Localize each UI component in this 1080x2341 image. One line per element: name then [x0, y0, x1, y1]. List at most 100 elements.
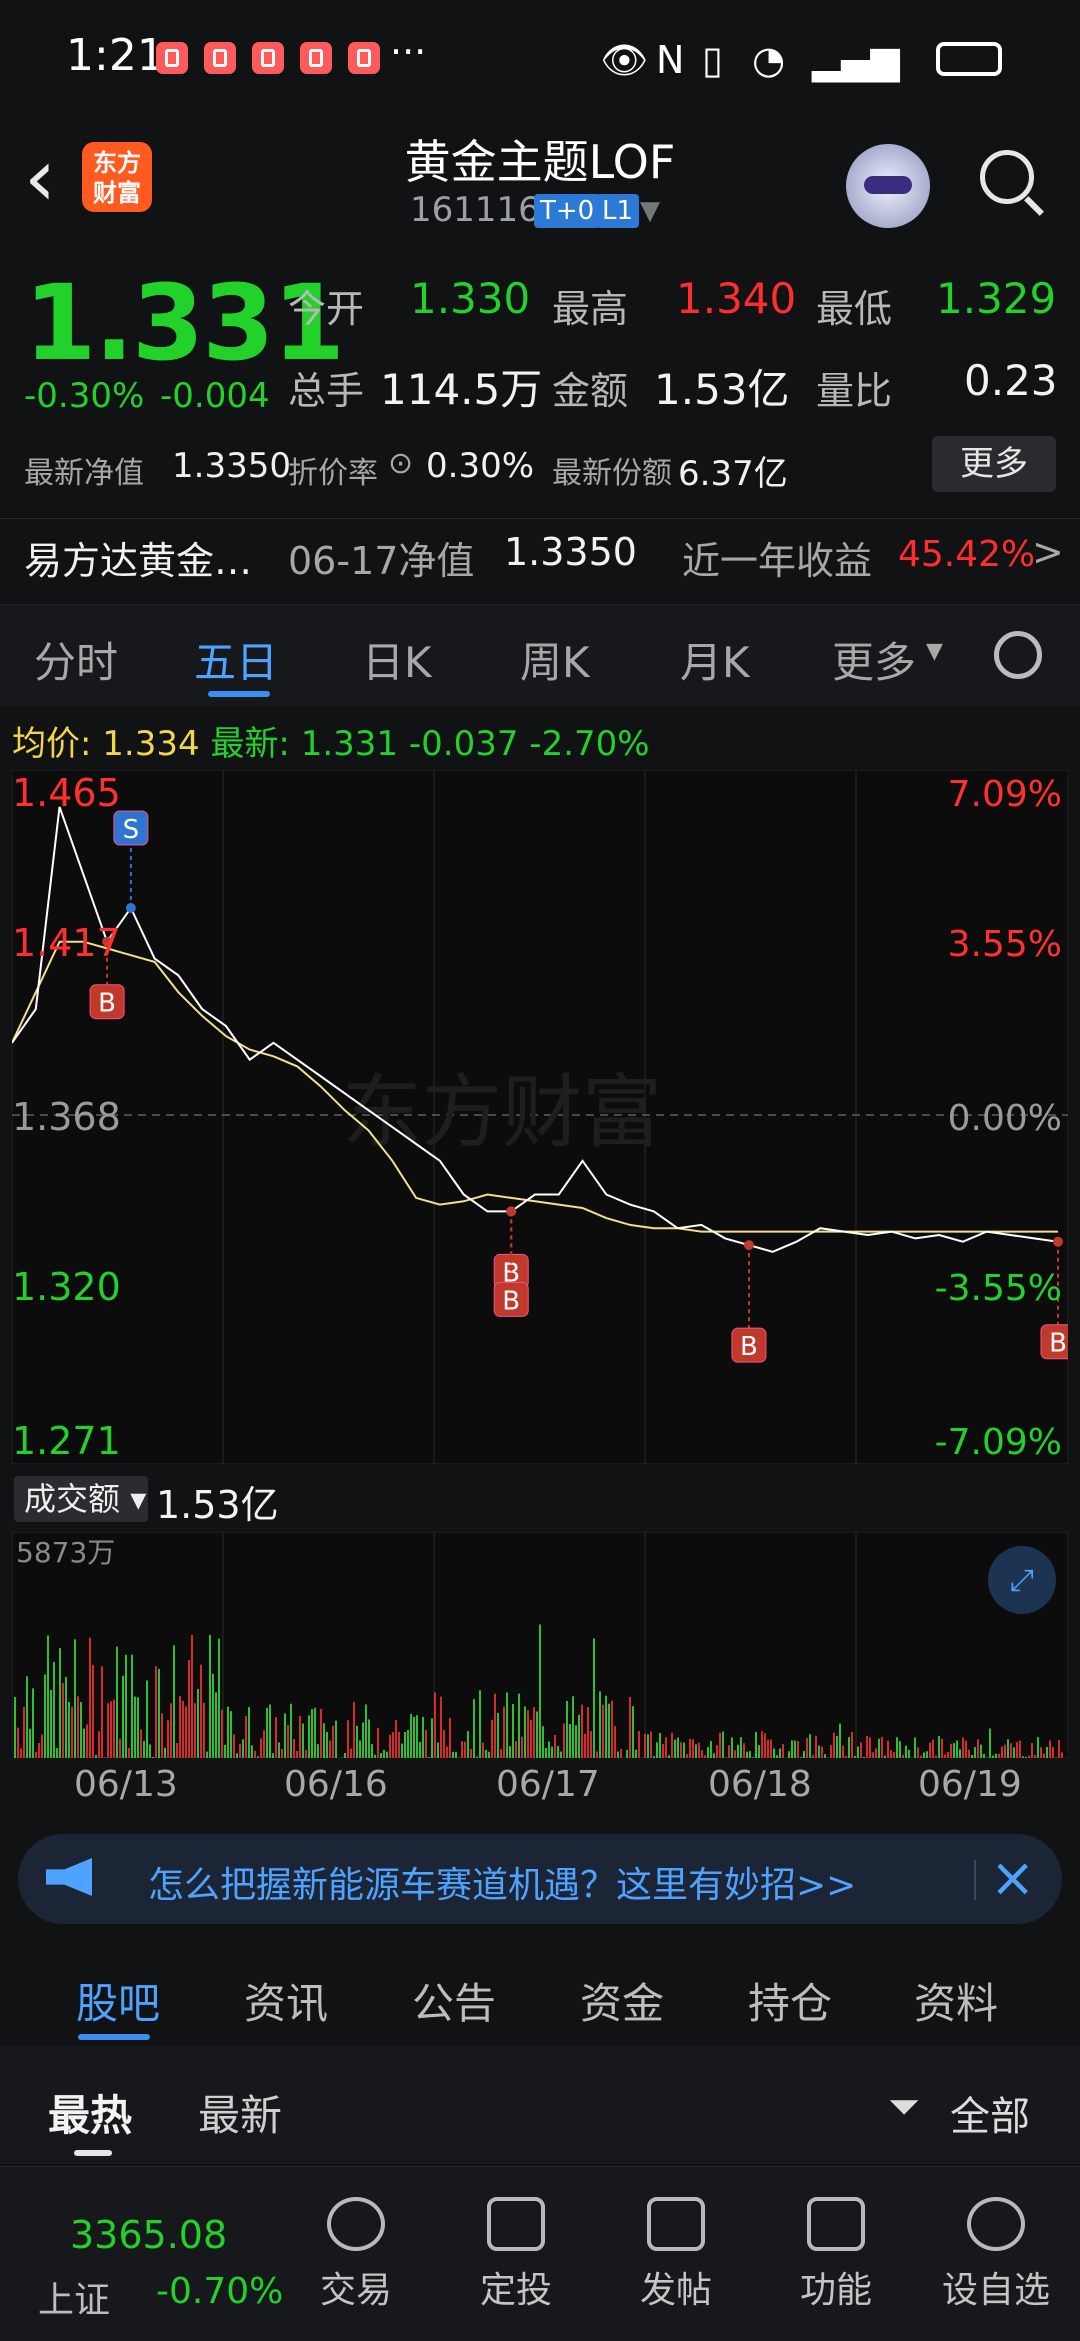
nav-fixed-invest[interactable]: 定投: [456, 2183, 576, 2313]
tab-holdings[interactable]: 持仓: [748, 1970, 832, 2031]
volume-bar: [344, 1753, 346, 1758]
gear-icon[interactable]: [994, 631, 1042, 679]
volume-bar: [515, 1741, 517, 1758]
more-button[interactable]: 更多: [932, 436, 1056, 492]
volume-bar: [143, 1741, 145, 1758]
volume-bar: [701, 1750, 703, 1758]
volume-bar: [479, 1690, 481, 1758]
tab-news[interactable]: 资讯: [244, 1970, 328, 2031]
tab-daily-k[interactable]: 日K: [362, 629, 432, 690]
volume-bar: [965, 1741, 967, 1758]
volume-bar: [353, 1702, 355, 1758]
volume-bar: [32, 1688, 34, 1758]
promo-text[interactable]: 怎么把握新能源车赛道机遇？这里有妙招>>: [148, 1856, 856, 1908]
volume-bar: [884, 1756, 886, 1758]
y-tick-right: -7.09%: [935, 1422, 1062, 1463]
volume-bar: [536, 1711, 538, 1758]
volume-bar: [179, 1696, 181, 1758]
x-date-label: 06/16: [284, 1764, 388, 1805]
tab-announcements[interactable]: 公告: [412, 1970, 496, 2031]
return-label: 近一年收益: [682, 530, 872, 585]
index-change[interactable]: -0.70%: [156, 2271, 283, 2312]
tab-intraday[interactable]: 分时: [34, 629, 118, 690]
volume-bar: [662, 1744, 664, 1758]
sort-hot[interactable]: 最热: [48, 2082, 132, 2143]
volume-bar: [698, 1743, 700, 1758]
volume-bar: [977, 1739, 979, 1758]
nav-watchlist[interactable]: 设自选: [936, 2183, 1056, 2313]
sort-new[interactable]: 最新: [198, 2082, 282, 2143]
tab-more[interactable]: 更多: [832, 629, 916, 690]
volume-bar: [68, 1702, 70, 1758]
chevron-right-icon[interactable]: >: [1032, 530, 1064, 574]
volume-bar: [1043, 1754, 1045, 1758]
tab-five-day[interactable]: 五日: [194, 629, 278, 690]
notification-icon: [156, 42, 188, 74]
marker-dot: [744, 1240, 754, 1250]
info-icon[interactable]: ⊙: [388, 446, 413, 481]
volume-bar: [323, 1723, 325, 1758]
volume-bar: [257, 1756, 259, 1758]
volume-selector[interactable]: 成交额 ▾: [14, 1476, 148, 1522]
volume-bar: [953, 1743, 955, 1758]
volume-bar: [200, 1665, 202, 1758]
volume-bar: [119, 1739, 121, 1758]
volume-bar: [602, 1705, 604, 1758]
volume-bar: [905, 1746, 907, 1758]
volume-bar: [473, 1699, 475, 1758]
nav-fixed-invest-label: 定投: [456, 2261, 576, 2313]
volume-bar: [404, 1732, 406, 1758]
volume-bar: [74, 1639, 76, 1758]
volume-bar: [1040, 1747, 1042, 1758]
change-amount: -0.004: [160, 376, 270, 416]
volume-bar: [659, 1733, 661, 1758]
volume-bar: [506, 1692, 508, 1758]
volume-bar: [362, 1722, 364, 1758]
volume-bar: [71, 1707, 73, 1758]
nav-trade[interactable]: 交易: [296, 2183, 416, 2313]
volume-bar: [830, 1745, 832, 1758]
volume-bar: [788, 1751, 790, 1758]
tab-forum[interactable]: 股吧: [76, 1970, 160, 2031]
volume-bar: [194, 1703, 196, 1758]
volume-bar: [107, 1703, 109, 1758]
volume-bar: [248, 1707, 250, 1758]
yen-icon: [327, 2197, 385, 2251]
index-value[interactable]: 3365.08: [70, 2213, 227, 2257]
volume-max-label: 5873万: [16, 1536, 115, 1569]
volume-bar: [902, 1755, 904, 1758]
assistant-avatar[interactable]: [846, 144, 930, 228]
close-icon[interactable]: ×: [990, 1846, 1035, 1909]
fund-name[interactable]: 易方达黄金…: [24, 530, 252, 585]
chevron-down-icon[interactable]: ▼: [640, 196, 660, 226]
volume-bar: [1010, 1743, 1012, 1758]
volume-bar: [872, 1752, 874, 1758]
tab-monthly-k[interactable]: 月K: [680, 629, 750, 690]
volume-bar: [245, 1716, 247, 1758]
nav-value: 1.3350: [172, 446, 291, 486]
volume-bar: [692, 1739, 694, 1758]
volume-bar: [251, 1745, 253, 1758]
search-icon[interactable]: [980, 150, 1034, 204]
tab-weekly-k[interactable]: 周K: [520, 629, 590, 690]
volume-bar: [815, 1736, 817, 1758]
volume-bar: [410, 1714, 412, 1758]
volume-bar: [632, 1706, 634, 1758]
volume-bar: [857, 1746, 859, 1758]
tab-profile[interactable]: 资料: [914, 1970, 998, 2031]
volume-bar: [458, 1757, 460, 1758]
filter-all[interactable]: 全部: [950, 2084, 1030, 2142]
active-tab-indicator: [208, 691, 270, 697]
tab-funds[interactable]: 资金: [580, 1970, 664, 2031]
volume-bar: [368, 1719, 370, 1758]
volume-bar: [770, 1740, 772, 1758]
index-name[interactable]: 上证: [38, 2271, 110, 2323]
nav-post[interactable]: 发帖: [616, 2183, 736, 2313]
volume-bar: [281, 1749, 283, 1758]
volume-bar: [995, 1754, 997, 1758]
five-day-chart[interactable]: 东方财富 SBBBBB 1.465 1.417 1.368 1.320 1.27…: [12, 770, 1068, 1464]
volume-bar: [104, 1757, 106, 1758]
volume-bar: [869, 1737, 871, 1758]
filter-icon[interactable]: ⏷: [888, 2084, 920, 2130]
nav-functions[interactable]: 功能: [776, 2183, 896, 2313]
